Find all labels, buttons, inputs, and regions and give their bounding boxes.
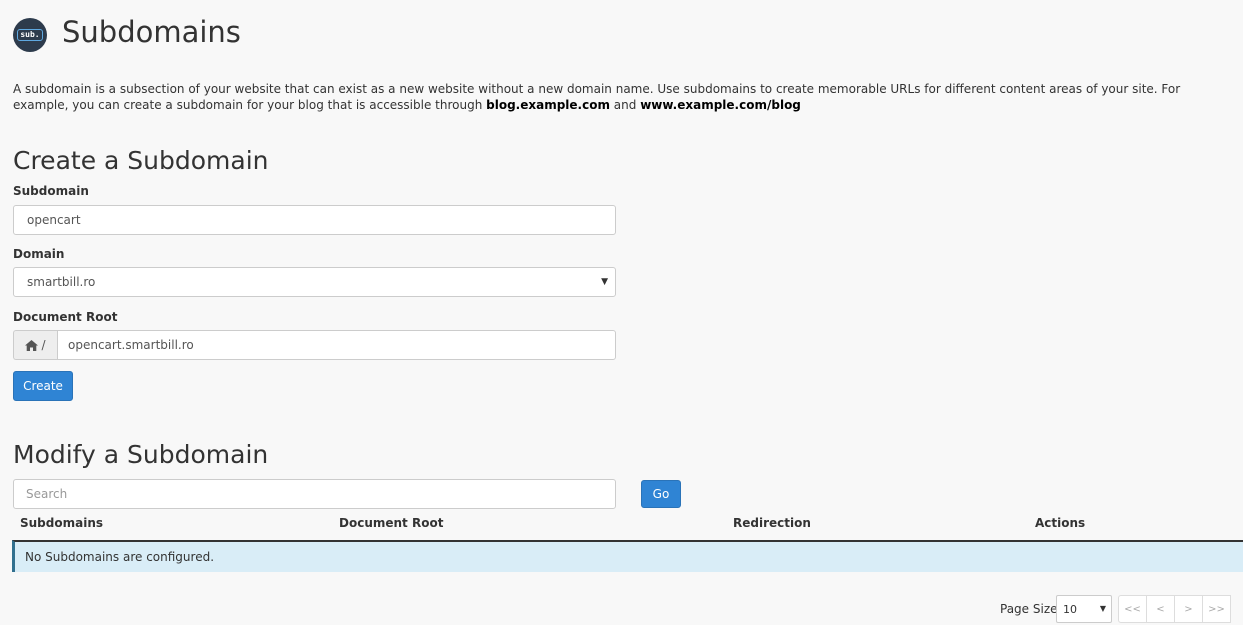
docroot-label: Document Root xyxy=(13,310,118,324)
domain-select-value: smartbill.ro xyxy=(27,275,96,289)
subdomain-input-value: opencart xyxy=(27,213,81,227)
subdomain-label: Subdomain xyxy=(13,184,89,198)
caret-down-icon: ▼ xyxy=(601,277,608,287)
subdomain-input[interactable]: opencart xyxy=(13,205,616,235)
intro-example-2: www.example.com/blog xyxy=(640,98,801,112)
empty-table-row: No Subdomains are configured. xyxy=(12,540,1243,572)
intro-and: and xyxy=(609,98,641,112)
page-size-select[interactable]: 10 ▼ xyxy=(1056,595,1112,623)
create-button[interactable]: Create xyxy=(13,371,73,401)
column-header-document-root[interactable]: Document Root xyxy=(339,516,443,530)
docroot-prefix: / xyxy=(41,338,46,352)
domain-label: Domain xyxy=(13,247,65,261)
intro-example-1: blog.example.com xyxy=(486,98,610,112)
logo-text: sub. xyxy=(17,29,43,41)
subdomains-logo-icon: sub. xyxy=(13,18,47,52)
prev-page-button[interactable]: < xyxy=(1146,595,1175,623)
column-header-redirection[interactable]: Redirection xyxy=(733,516,811,530)
page-size-value: 10 xyxy=(1063,602,1077,616)
modify-heading: Modify a Subdomain xyxy=(13,440,269,469)
empty-message: No Subdomains are configured. xyxy=(25,550,215,564)
intro-text: A subdomain is a subsection of your webs… xyxy=(13,81,1233,113)
caret-down-icon: ▼ xyxy=(1099,604,1106,613)
go-button[interactable]: Go xyxy=(641,480,681,508)
docroot-input[interactable]: opencart.smartbill.ro xyxy=(57,330,616,360)
docroot-addon: / xyxy=(13,330,57,360)
first-page-button[interactable]: << xyxy=(1118,595,1147,623)
next-page-button[interactable]: > xyxy=(1174,595,1203,623)
search-placeholder: Search xyxy=(26,487,68,501)
docroot-input-value: opencart.smartbill.ro xyxy=(68,338,194,352)
search-input[interactable]: Search xyxy=(13,479,616,509)
column-header-subdomains[interactable]: Subdomains xyxy=(20,516,103,530)
column-header-actions: Actions xyxy=(1035,516,1086,530)
domain-select[interactable]: smartbill.ro ▼ xyxy=(13,267,616,297)
page-size-label: Page Size xyxy=(1000,602,1058,616)
last-page-button[interactable]: >> xyxy=(1202,595,1231,623)
page-title: Subdomains xyxy=(62,15,241,49)
create-heading: Create a Subdomain xyxy=(13,146,269,175)
home-icon xyxy=(25,339,39,351)
docroot-group: / opencart.smartbill.ro xyxy=(13,330,616,360)
pagination: << < > >> xyxy=(1118,595,1231,623)
